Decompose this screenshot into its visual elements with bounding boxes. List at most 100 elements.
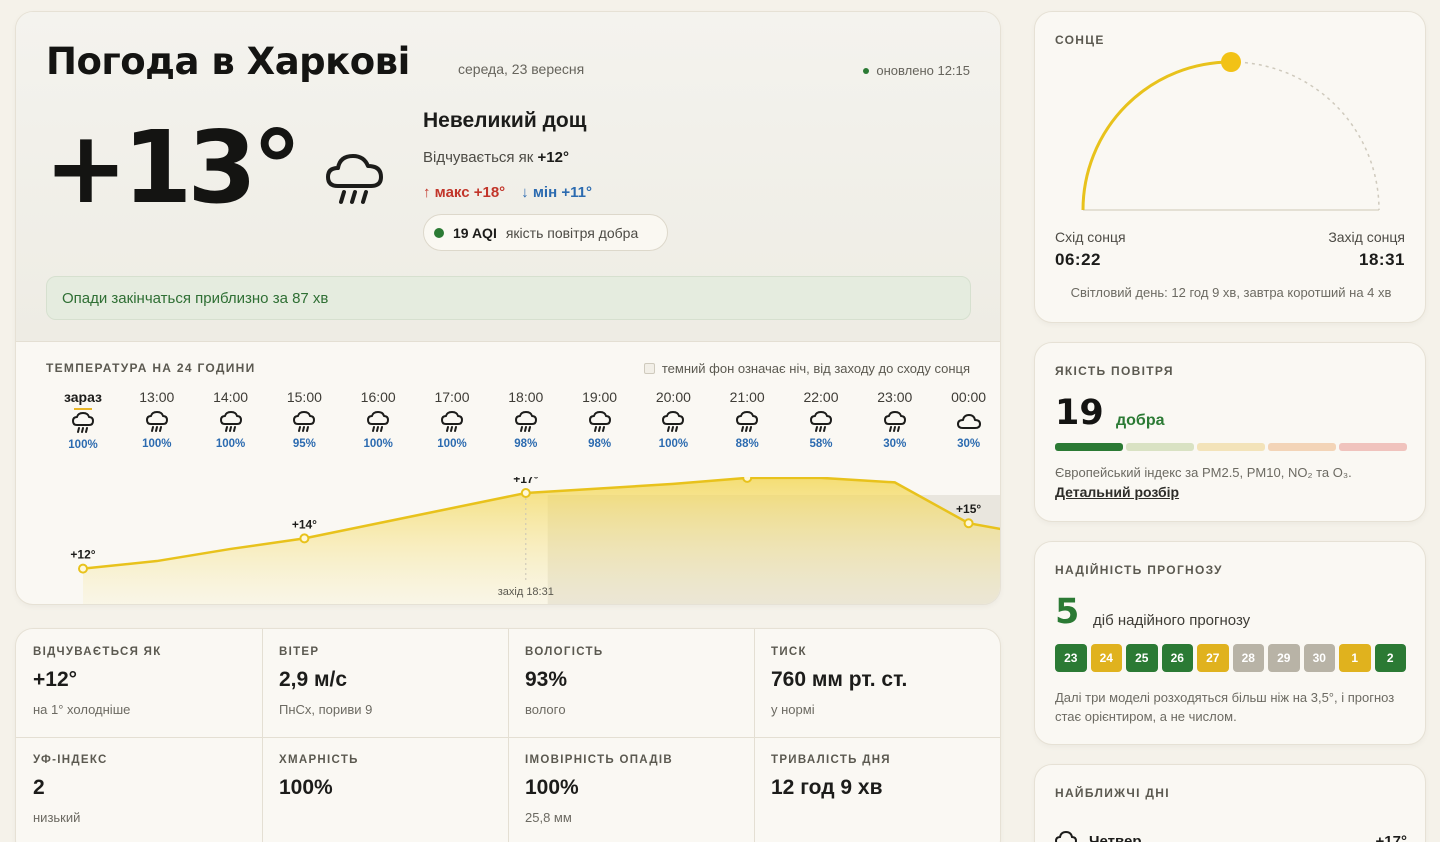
hour-time: 16:00	[360, 389, 396, 405]
sun-arc-elapsed	[1081, 60, 1232, 211]
stat-label: ІМОВІРНІСТЬ ОПАДІВ	[525, 754, 673, 766]
rain-cloud-icon	[201, 409, 261, 435]
air-quality-word: добра	[1116, 412, 1165, 429]
forecast-reliability-card: НАДІЙНІСТЬ ПРОГНОЗУ 5 діб надійного прог…	[1034, 541, 1426, 745]
hour-column[interactable]: 15:00 95%	[274, 389, 334, 450]
temperature-point	[742, 477, 753, 483]
reliability-day: 29	[1268, 644, 1300, 672]
cloud-icon	[939, 409, 999, 435]
aqi-badge[interactable]: 19 AQI якість повітря добра	[423, 214, 668, 251]
temperature-point	[963, 518, 974, 529]
precip-probability: 100%	[142, 438, 172, 450]
stat-subtext: у нормі	[771, 702, 815, 717]
hour-column[interactable]: 00:00 30%	[939, 389, 999, 450]
rain-cloud-icon	[127, 409, 187, 435]
current-temperature: +13°	[44, 109, 302, 226]
rain-cloud-icon	[570, 409, 630, 435]
day-row[interactable]: Четвер +17°	[1054, 830, 1407, 842]
sun-arc-remaining	[1230, 61, 1380, 211]
current-date: середа, 23 вересня	[458, 61, 585, 77]
hour-time: 22:00	[803, 389, 839, 405]
stat-tile: ХМАРНІСТЬ 100%	[262, 737, 508, 842]
stat-tile: ТРИВАЛІСТЬ ДНЯ 12 год 9 хв	[754, 737, 1000, 842]
hour-column[interactable]: 14:00 100%	[201, 389, 261, 450]
air-details-link[interactable]: Детальний розбір	[1055, 484, 1179, 500]
reliability-day: 27	[1197, 644, 1229, 672]
air-quality-card: ЯКІСТЬ ПОВІТРЯ 19 добра Європейський інд…	[1034, 342, 1426, 522]
temperature-point	[299, 533, 310, 544]
stat-tile: ІМОВІРНІСТЬ ОПАДІВ 100% 25,8 мм	[508, 737, 754, 842]
max-min: ↑ макс +18° ↓ мін +11°	[423, 184, 592, 201]
air-scale-segment	[1197, 443, 1265, 451]
rain-cloud-icon	[422, 409, 482, 435]
stat-tile: ВІДЧУВАЄТЬСЯ ЯК +12° на 1° холодніше	[16, 629, 262, 737]
night-legend-swatch	[643, 363, 655, 374]
page-title: Погода в Харкові	[46, 40, 410, 83]
hour-column[interactable]: 17:00 100%	[422, 389, 482, 450]
hour-column[interactable]: 16:00 100%	[348, 389, 408, 450]
hour-column[interactable]: зараз 100%	[53, 389, 113, 451]
precip-probability: 100%	[68, 439, 98, 451]
precip-probability: 100%	[363, 438, 393, 450]
stat-value: 760 мм рт. ст.	[771, 668, 908, 691]
hour-column[interactable]: 23:00 30%	[865, 389, 925, 450]
next-days-card: НАЙБЛИЖЧІ ДНІ Четвер +17°	[1034, 764, 1426, 842]
air-quality-value: 19	[1055, 393, 1104, 433]
hour-column[interactable]: 18:00 98%	[496, 389, 556, 450]
stat-label: ВІДЧУВАЄТЬСЯ ЯК	[33, 646, 162, 658]
hour-column[interactable]: 13:00 100%	[127, 389, 187, 450]
stat-label: ТИСК	[771, 646, 807, 658]
rain-cloud-icon	[324, 146, 386, 213]
reliability-day: 2	[1374, 644, 1406, 672]
aqi-dot-icon	[434, 227, 444, 238]
hour-column[interactable]: 20:00 100%	[643, 389, 703, 450]
stat-subtext: вологo	[525, 702, 566, 717]
sunrise-time: 06:22	[1055, 250, 1101, 269]
precipitation-banner: Опади закінчаться приблизно за 87 хв	[46, 276, 971, 320]
stat-value: 100%	[279, 776, 333, 799]
hourly-section-title: ТЕМПЕРАТУРА НА 24 ГОДИНИ	[46, 361, 256, 375]
air-scale-segment	[1268, 443, 1336, 451]
stat-value: 93%	[525, 668, 568, 691]
reliability-day: 30	[1303, 644, 1335, 672]
rain-cloud-icon	[496, 409, 556, 435]
divider	[508, 629, 509, 842]
air-quality-description: Європейський індекс за PM2.5, PM10, NO₂ …	[1055, 465, 1352, 480]
temperature-chart: захід 18:31+12°+14°+17°+18°+15°	[70, 477, 1000, 604]
daylight-text: Світловий день: 12 год 9 хв, завтра коро…	[1070, 285, 1392, 300]
reliability-day: 25	[1126, 644, 1158, 672]
stat-label: ХМАРНІСТЬ	[279, 754, 359, 766]
divider	[262, 629, 263, 842]
hour-time: 13:00	[139, 389, 175, 405]
status-dot-icon	[863, 67, 870, 74]
reliability-description: Далі три моделі розходяться більш ніж на…	[1055, 690, 1395, 724]
hour-column[interactable]: 22:00 58%	[791, 389, 851, 450]
precip-probability: 30%	[957, 438, 981, 450]
stat-value: 12 год 9 хв	[771, 776, 883, 799]
sunrise-label: Схід сонця	[1055, 229, 1126, 245]
precip-probability: 95%	[292, 438, 316, 450]
reliability-days: 23 24 25 26 27 28 29 30 1 2	[1055, 644, 1406, 672]
air-scale-segment	[1339, 443, 1407, 451]
hour-column[interactable]: 21:00 88%	[717, 389, 777, 450]
temperature-label: +15°	[956, 502, 981, 516]
day-name: Четвер	[1089, 832, 1142, 842]
stat-label: УФ-ІНДЕКС	[33, 754, 108, 766]
hour-time: зараз	[63, 389, 103, 405]
precip-probability: 100%	[215, 438, 246, 450]
stat-label: ТРИВАЛІСТЬ ДНЯ	[771, 754, 891, 766]
stat-tile: УФ-ІНДЕКС 2 низький	[16, 737, 262, 842]
reliability-section-title: НАДІЙНІСТЬ ПРОГНОЗУ	[1055, 563, 1223, 577]
stat-value: 2	[33, 776, 45, 799]
temperature-label: +12°	[70, 548, 95, 562]
hour-time: 18:00	[508, 389, 544, 405]
reliability-day: 1	[1339, 644, 1371, 672]
updated-text: оновлено 12:15	[876, 63, 970, 78]
feels-like: Відчувається як +12°	[423, 149, 569, 166]
stat-label: ВОЛОГІСТЬ	[525, 646, 604, 658]
reliability-word: діб надійного прогнозу	[1093, 612, 1251, 629]
hour-column[interactable]: 19:00 98%	[570, 389, 630, 450]
rain-cloud-icon	[53, 410, 113, 436]
sun-position-icon	[1221, 52, 1241, 72]
divider	[16, 341, 1000, 342]
